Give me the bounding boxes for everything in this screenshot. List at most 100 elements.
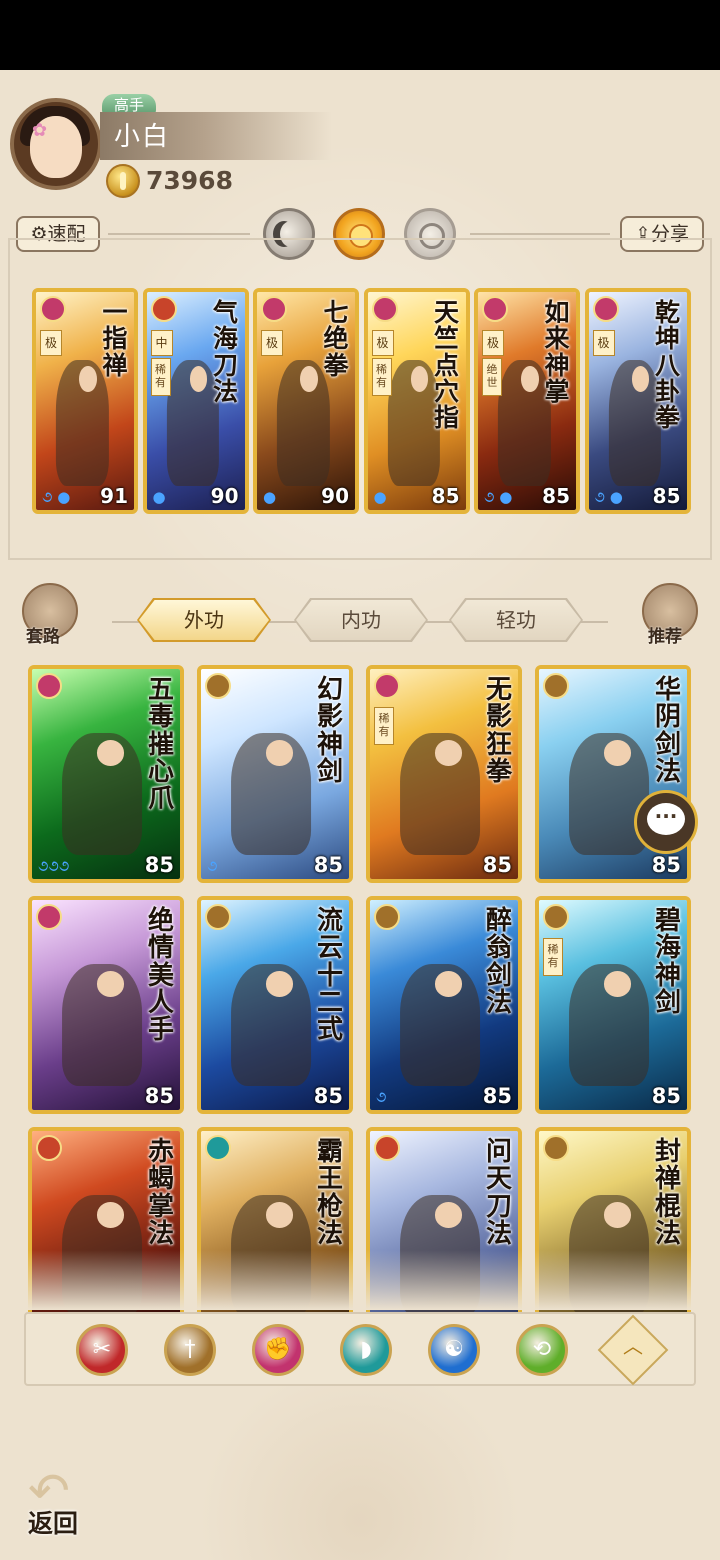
skill-type-icon [205,904,231,930]
skill-type-icon [371,296,398,322]
water-drop-icon: ૭ ● [594,488,623,506]
skill-type-icon [205,1135,231,1161]
water-drop-icon: ૭ [207,857,218,875]
skill-level: 90 [321,484,349,508]
skill-level: 90 [210,484,239,508]
skill-type-icon [482,296,508,322]
card-figure-head [604,1202,631,1228]
skill-title: 天竺点穴指 [433,298,459,432]
tier-badge: 中 [150,330,173,356]
skill-title: 绝情美人手 [147,906,174,1046]
card-figure-head [604,740,631,766]
tab-light-skills[interactable]: 轻功 [451,600,581,640]
equipped-skill-card[interactable]: 中稀有 气海刀法 ● 90 [142,288,249,514]
divider-right [470,233,610,235]
skill-level: 91 [100,484,128,508]
divider-left [108,233,250,235]
route-label: 套路 [26,627,60,647]
equipped-skill-card[interactable]: 极 乾坤八卦拳 ૭ ● 85 [584,288,691,514]
rarity-tag: 稀有 [374,707,394,745]
skill-type-icon [592,296,619,322]
skill-card[interactable]: 稀有 碧海神剑 85 [535,896,691,1114]
skill-card[interactable]: 稀有 无影狂拳 85 [366,665,522,883]
skill-title: 气海刀法 [212,298,238,406]
chat-button[interactable] [634,790,698,854]
skill-level: 85 [482,1084,512,1108]
rarity-tag: 绝世 [482,358,502,396]
card-figure-head [521,366,539,393]
skill-title: 碧海神剑 [654,906,681,1018]
fan-filter-button[interactable]: ◗ [340,1324,392,1376]
yinyang-icon: ☯ [444,1337,464,1362]
skill-title: 醉翁剑法 [485,906,512,1018]
skill-card[interactable]: 流云十二式 85 [197,896,353,1114]
water-drop-icon: ૭ [376,1088,387,1106]
skill-title: 七绝拳 [323,298,349,380]
avatar[interactable]: ✿ [10,98,102,190]
skill-title: 如来神掌 [544,298,570,406]
skill-title: 霸王枪法 [316,1137,343,1249]
water-drop-icon: ● [373,488,387,506]
skill-type-icon [36,1135,62,1161]
skill-level: 85 [313,1084,343,1108]
staff-filter-button[interactable]: ⟲ [516,1324,568,1376]
skill-title: 无影狂拳 [485,675,512,787]
equipped-skill-card[interactable]: 极 七绝拳 ● 90 [253,288,359,514]
card-figure-head [604,971,631,997]
card-figure-head [435,1202,462,1228]
skill-title: 一指禅 [102,298,128,380]
skill-level: 85 [144,1084,174,1108]
skill-title: 幻影神剑 [316,675,343,787]
tier-badge: 极 [371,330,394,356]
card-figure-head [97,740,124,766]
tier-badge: 极 [40,330,62,356]
sword-filter-button[interactable]: † [164,1324,216,1376]
rarity-tag: 稀有 [371,358,392,396]
coin-count: 73968 [146,166,233,195]
card-figure-head [266,1202,293,1228]
card-figure-head [266,971,293,997]
fist-filter-button[interactable]: ✊ [252,1324,304,1376]
yinyang-filter-button[interactable]: ☯ [428,1324,480,1376]
skill-type-icon [261,296,287,322]
staff-icon: ⟲ [532,1337,552,1362]
skill-card[interactable]: 幻影神剑 ૭ 85 [197,665,353,883]
water-drop-icon: ૭ ● [484,488,513,506]
skill-type-icon [543,673,569,699]
skill-type-icon [150,296,177,322]
tab-outer-skills[interactable]: 外功 [139,600,269,640]
blade-filter-button[interactable]: ✂ [76,1324,128,1376]
status-bar [0,0,720,70]
back-button[interactable]: 返回 [28,1504,78,1540]
water-drop-icon: ● [152,488,166,506]
grid-fade [0,1250,720,1310]
player-name: 小白 [114,122,171,152]
water-drop-icon: ૭ ● [42,488,71,506]
equipped-skill-card[interactable]: 极绝世 如来神掌 ૭ ● 85 [474,288,580,514]
skill-title: 五毒摧心爪 [147,675,174,815]
recommend-label: 推荐 [648,627,682,647]
tier-badge: 极 [261,330,283,356]
skill-type-icon [36,673,62,699]
flower-icon: ✿ [32,120,48,141]
skill-title: 赤蝎掌法 [147,1137,174,1249]
skill-type-icon [205,673,231,699]
tier-badge: 极 [592,330,615,356]
equipped-skill-card[interactable]: 极 一指禅 ૭ ● 91 [32,288,138,514]
skill-card[interactable]: 醉翁剑法 ૭ 85 [366,896,522,1114]
sword-icon: † [184,1337,196,1362]
skill-card[interactable]: 五毒摧心爪 ૭૭૭ 85 [28,665,184,883]
card-figure-head [435,740,462,766]
tier-badge: 极 [482,330,504,356]
tab-inner-skills[interactable]: 内功 [296,600,426,640]
equipped-skill-card[interactable]: 极稀有 天竺点穴指 ● 85 [363,288,470,514]
card-figure-head [97,1202,124,1228]
skill-title: 问天刀法 [485,1137,512,1249]
chevron-up-icon: ︿ [623,1333,643,1358]
skill-level: 85 [144,853,174,877]
skill-card[interactable]: 绝情美人手 85 [28,896,184,1114]
skill-level: 85 [542,484,570,508]
skill-type-icon [36,904,62,930]
fan-icon: ◗ [360,1337,372,1362]
card-figure-head [79,366,97,393]
